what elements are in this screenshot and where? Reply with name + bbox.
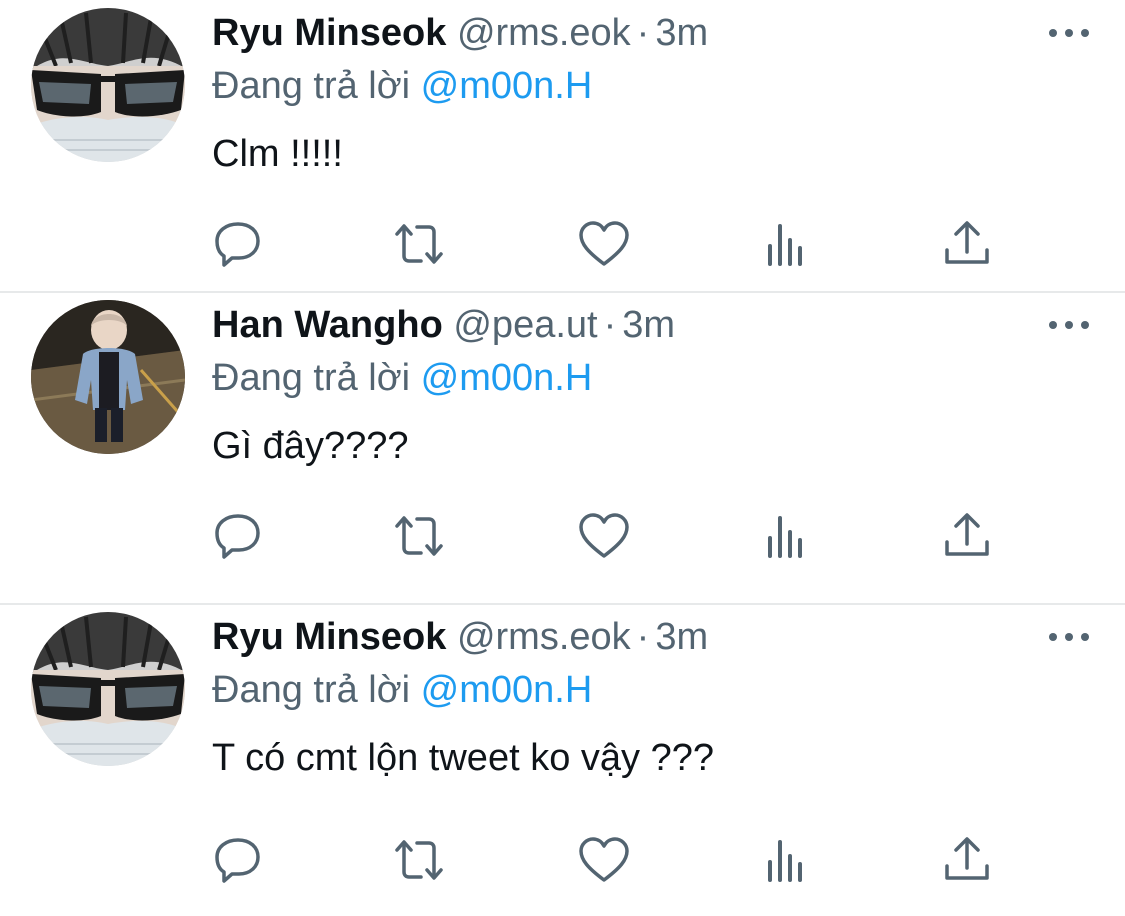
replying-to: Đang trả lời @m00n.H bbox=[212, 63, 592, 109]
display-name[interactable]: Ryu Minseok bbox=[212, 616, 446, 658]
tweet-header: Ryu Minseok @rms.eok · 3m bbox=[212, 614, 708, 660]
timestamp[interactable]: 3m bbox=[622, 304, 675, 346]
separator-dot: · bbox=[636, 616, 650, 658]
avatar[interactable] bbox=[31, 300, 185, 454]
more-horizontal-icon[interactable] bbox=[1049, 624, 1089, 650]
tweet-text: T có cmt lộn tweet ko vậy ??? bbox=[212, 737, 714, 779]
tweet-header: Han Wangho @pea.ut · 3m bbox=[212, 302, 675, 348]
tweet[interactable]: Ryu Minseok @rms.eok · 3m Đang trả lời @m0… bbox=[0, 0, 1125, 312]
tweet-actions bbox=[0, 510, 1125, 562]
avatar[interactable] bbox=[31, 8, 185, 162]
user-handle[interactable]: @rms.eok bbox=[457, 12, 631, 54]
display-name[interactable]: Han Wangho bbox=[212, 304, 443, 346]
avatar-sunglasses-mask-image bbox=[31, 612, 185, 766]
more-horizontal-icon[interactable] bbox=[1049, 312, 1089, 338]
tweet[interactable]: Han Wangho @pea.ut · 3m Đang trả lời @m00n… bbox=[0, 292, 1125, 604]
user-handle[interactable]: @pea.ut bbox=[453, 304, 597, 346]
tweet-header: Ryu Minseok @rms.eok · 3m bbox=[212, 10, 708, 56]
views-chart-icon[interactable] bbox=[760, 510, 812, 562]
retweet-icon[interactable] bbox=[393, 510, 445, 562]
tweet-actions bbox=[0, 834, 1125, 886]
avatar-street-photo-image bbox=[31, 300, 185, 454]
tweet[interactable]: Ryu Minseok @rms.eok · 3m Đang trả lời @m0… bbox=[0, 604, 1125, 916]
heart-icon[interactable] bbox=[578, 510, 630, 562]
replying-to: Đang trả lời @m00n.H bbox=[212, 667, 592, 713]
replying-to-label: Đang trả lời bbox=[212, 669, 411, 711]
replying-to-label: Đang trả lời bbox=[212, 65, 411, 107]
replying-to-label: Đang trả lời bbox=[212, 357, 411, 399]
reply-mention-link[interactable]: @m00n.H bbox=[421, 357, 593, 399]
reply-bubble-icon[interactable] bbox=[212, 834, 264, 886]
retweet-icon[interactable] bbox=[393, 834, 445, 886]
share-upload-icon[interactable] bbox=[941, 834, 993, 886]
views-chart-icon[interactable] bbox=[760, 218, 812, 270]
tweet-text: Gì đây???? bbox=[212, 425, 409, 467]
heart-icon[interactable] bbox=[578, 834, 630, 886]
timestamp[interactable]: 3m bbox=[655, 616, 708, 658]
share-upload-icon[interactable] bbox=[941, 510, 993, 562]
timestamp[interactable]: 3m bbox=[655, 12, 708, 54]
avatar[interactable] bbox=[31, 612, 185, 766]
reply-bubble-icon[interactable] bbox=[212, 510, 264, 562]
replying-to: Đang trả lời @m00n.H bbox=[212, 355, 592, 401]
views-chart-icon[interactable] bbox=[760, 834, 812, 886]
retweet-icon[interactable] bbox=[393, 218, 445, 270]
tweet-text: Clm !!!!! bbox=[212, 133, 343, 175]
display-name[interactable]: Ryu Minseok bbox=[212, 12, 446, 54]
heart-icon[interactable] bbox=[578, 218, 630, 270]
share-upload-icon[interactable] bbox=[941, 218, 993, 270]
more-horizontal-icon[interactable] bbox=[1049, 20, 1089, 46]
tweet-actions bbox=[0, 218, 1125, 270]
reply-bubble-icon[interactable] bbox=[212, 218, 264, 270]
separator-dot: · bbox=[636, 12, 650, 54]
separator-dot: · bbox=[603, 304, 617, 346]
reply-mention-link[interactable]: @m00n.H bbox=[421, 65, 593, 107]
reply-mention-link[interactable]: @m00n.H bbox=[421, 669, 593, 711]
user-handle[interactable]: @rms.eok bbox=[457, 616, 631, 658]
avatar-sunglasses-mask-image bbox=[31, 8, 185, 162]
